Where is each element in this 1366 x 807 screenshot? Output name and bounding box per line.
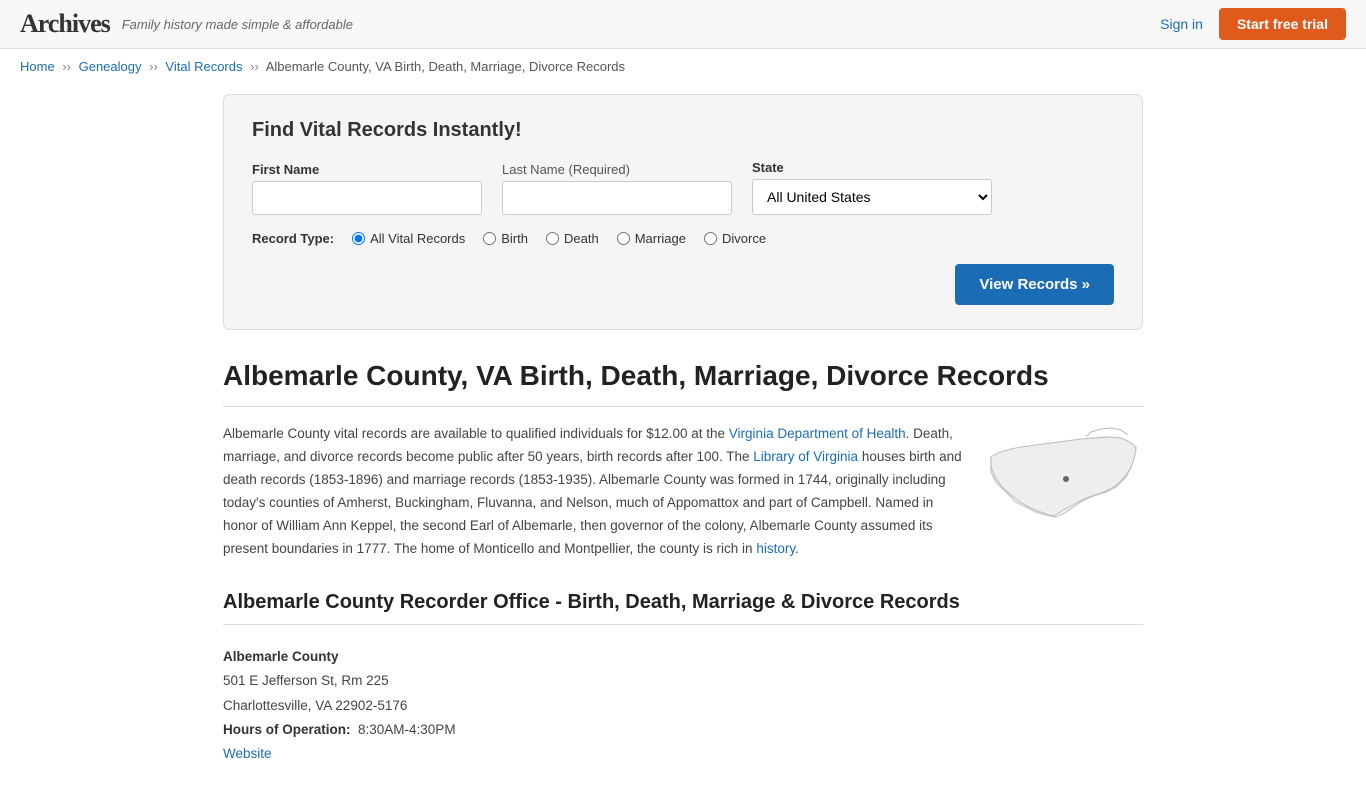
breadcrumb-vital-records[interactable]: Vital Records bbox=[165, 59, 242, 74]
radio-divorce-input[interactable] bbox=[704, 232, 717, 245]
radio-birth-input[interactable] bbox=[483, 232, 496, 245]
view-records-button[interactable]: View Records » bbox=[955, 264, 1114, 305]
recorder-info: Albemarle County 501 E Jefferson St, Rm … bbox=[223, 645, 1143, 766]
recorder-hours: 8:30AM-4:30PM bbox=[358, 722, 456, 737]
sign-in-link[interactable]: Sign in bbox=[1160, 16, 1203, 32]
record-type-label: Record Type: bbox=[252, 231, 334, 246]
first-name-label: First Name bbox=[252, 162, 482, 177]
header-left: Archives Family history made simple & af… bbox=[20, 9, 353, 39]
description-section: Albemarle County vital records are avail… bbox=[223, 423, 1143, 561]
breadcrumb-sep-3: ›› bbox=[250, 59, 259, 74]
search-fields: First Name Last Name (Required) State Al… bbox=[252, 160, 1114, 215]
radio-death[interactable]: Death bbox=[546, 231, 599, 246]
recorder-hours-label: Hours of Operation: bbox=[223, 722, 351, 737]
last-name-input[interactable] bbox=[502, 181, 732, 215]
breadcrumb-current: Albemarle County, VA Birth, Death, Marri… bbox=[266, 59, 625, 74]
search-title: Find Vital Records Instantly! bbox=[252, 119, 1114, 142]
history-link[interactable]: history bbox=[756, 541, 795, 556]
main-content: Find Vital Records Instantly! First Name… bbox=[203, 84, 1163, 807]
search-button-row: View Records » bbox=[252, 264, 1114, 305]
state-group: State All United States Virginia bbox=[752, 160, 992, 215]
breadcrumb-genealogy[interactable]: Genealogy bbox=[79, 59, 142, 74]
header: Archives Family history made simple & af… bbox=[0, 0, 1366, 49]
radio-marriage[interactable]: Marriage bbox=[617, 231, 686, 246]
first-name-group: First Name bbox=[252, 162, 482, 215]
radio-divorce-label: Divorce bbox=[722, 231, 766, 246]
library-va-link[interactable]: Library of Virginia bbox=[753, 449, 858, 464]
va-dept-link[interactable]: Virginia Department of Health bbox=[729, 426, 906, 441]
page-heading: Albemarle County, VA Birth, Death, Marri… bbox=[223, 358, 1143, 407]
radio-death-label: Death bbox=[564, 231, 599, 246]
header-right: Sign in Start free trial bbox=[1160, 8, 1346, 40]
breadcrumb-sep-1: ›› bbox=[62, 59, 71, 74]
virginia-map-svg bbox=[986, 427, 1141, 527]
recorder-name: Albemarle County bbox=[223, 649, 339, 664]
recorder-address2: Charlottesville, VA 22902-5176 bbox=[223, 694, 1143, 718]
radio-all-vital-input[interactable] bbox=[352, 232, 365, 245]
radio-birth[interactable]: Birth bbox=[483, 231, 528, 246]
breadcrumb: Home ›› Genealogy ›› Vital Records ›› Al… bbox=[0, 49, 1366, 84]
first-name-input[interactable] bbox=[252, 181, 482, 215]
radio-marriage-label: Marriage bbox=[635, 231, 686, 246]
start-trial-button[interactable]: Start free trial bbox=[1219, 8, 1346, 40]
radio-divorce[interactable]: Divorce bbox=[704, 231, 766, 246]
description-text: Albemarle County vital records are avail… bbox=[223, 423, 963, 561]
radio-birth-label: Birth bbox=[501, 231, 528, 246]
radio-death-input[interactable] bbox=[546, 232, 559, 245]
radio-all-vital-label: All Vital Records bbox=[370, 231, 465, 246]
state-label: State bbox=[752, 160, 992, 175]
county-marker bbox=[1063, 476, 1069, 482]
last-name-group: Last Name (Required) bbox=[502, 162, 732, 215]
search-box: Find Vital Records Instantly! First Name… bbox=[223, 94, 1143, 330]
recorder-heading: Albemarle County Recorder Office - Birth… bbox=[223, 591, 1143, 625]
state-select[interactable]: All United States Virginia bbox=[752, 179, 992, 215]
record-type-row: Record Type: All Vital Records Birth Dea… bbox=[252, 231, 1114, 246]
breadcrumb-sep-2: ›› bbox=[149, 59, 158, 74]
last-name-label: Last Name (Required) bbox=[502, 162, 732, 177]
recorder-website-link[interactable]: Website bbox=[223, 746, 272, 761]
breadcrumb-home[interactable]: Home bbox=[20, 59, 55, 74]
tagline: Family history made simple & affordable bbox=[122, 17, 353, 32]
radio-marriage-input[interactable] bbox=[617, 232, 630, 245]
logo: Archives bbox=[20, 9, 110, 39]
virginia-map bbox=[983, 423, 1143, 561]
radio-all-vital[interactable]: All Vital Records bbox=[352, 231, 465, 246]
recorder-address1: 501 E Jefferson St, Rm 225 bbox=[223, 669, 1143, 693]
